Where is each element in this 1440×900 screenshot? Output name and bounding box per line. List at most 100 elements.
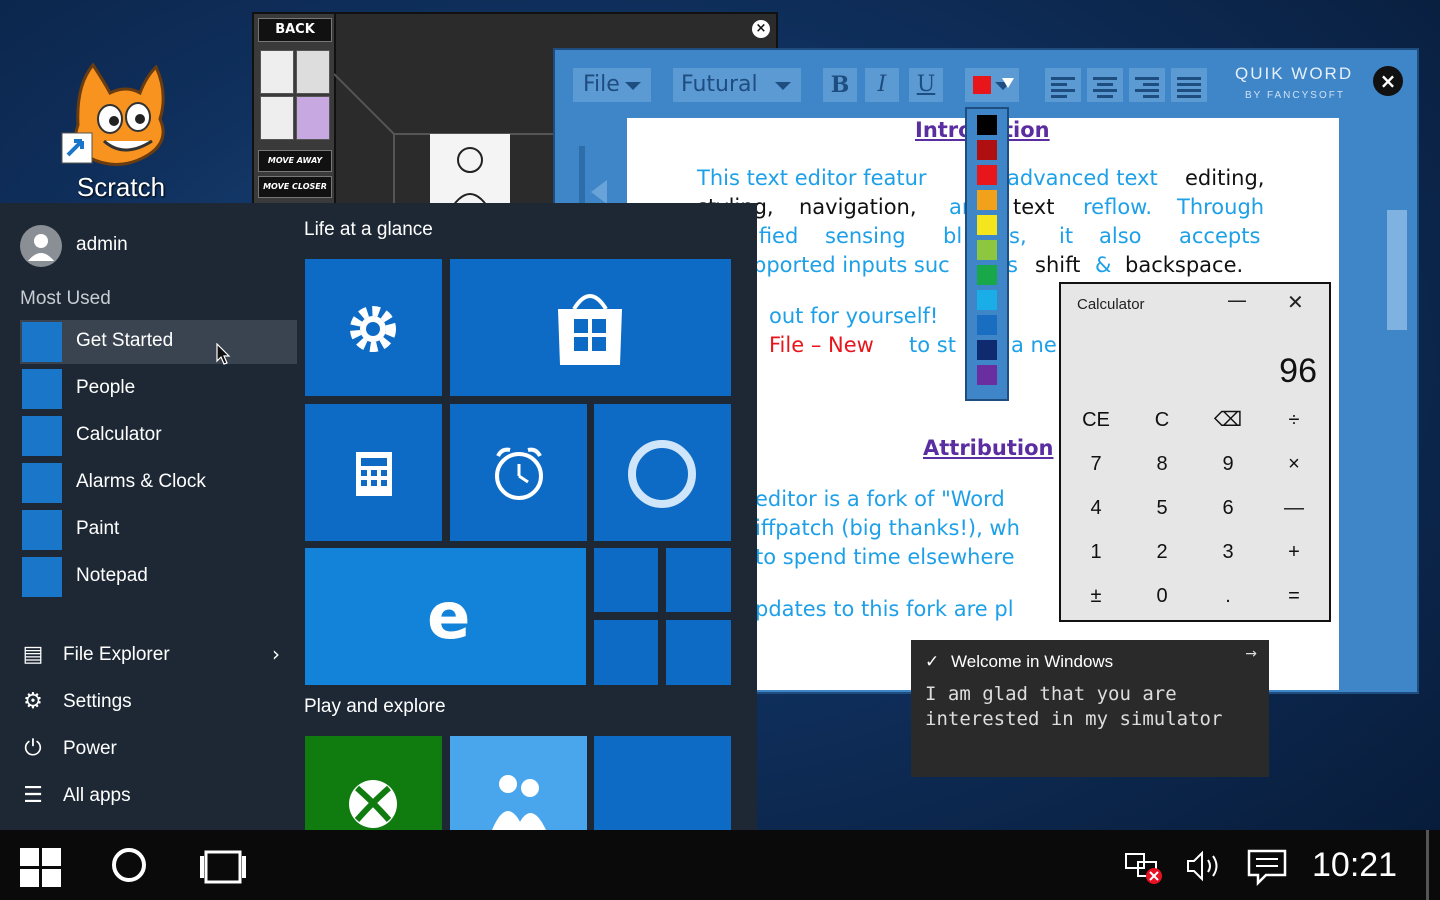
calculator-key[interactable]: CE — [1063, 398, 1129, 442]
calculator-key[interactable]: ÷ — [1261, 398, 1327, 442]
doc-text: to st — [909, 333, 956, 357]
color-option[interactable] — [977, 190, 997, 210]
file-explorer-item[interactable]: ▤ File Explorer › — [20, 636, 290, 676]
arrow-left-icon[interactable] — [591, 180, 607, 204]
color-option[interactable] — [977, 365, 997, 385]
start-menu[interactable]: admin Most Used Get Started People Calcu… — [0, 203, 757, 830]
tile-edge[interactable]: e — [305, 548, 586, 685]
calculator-key[interactable]: 8 — [1129, 442, 1195, 486]
italic-button[interactable]: I — [865, 68, 899, 102]
align-left-button[interactable] — [1045, 68, 1081, 102]
game-thumbnail[interactable] — [296, 96, 330, 140]
cortana-button[interactable] — [112, 848, 146, 882]
action-center-button[interactable] — [1246, 848, 1288, 887]
tile-settings[interactable] — [305, 259, 442, 396]
game-thumbnail[interactable] — [260, 50, 294, 94]
calculator-key[interactable]: 3 — [1195, 530, 1261, 574]
paint-icon — [22, 510, 62, 550]
calculator-key[interactable]: 5 — [1129, 486, 1195, 530]
calculator-key[interactable]: . — [1195, 574, 1261, 618]
color-option[interactable] — [977, 140, 997, 160]
tile-cortana[interactable] — [594, 404, 731, 541]
most-used-item[interactable]: Get Started — [20, 320, 297, 364]
color-dropdown[interactable] — [965, 107, 1009, 401]
font-select-label: Futural — [681, 72, 758, 97]
justify-button[interactable] — [1171, 68, 1207, 102]
most-used-item[interactable]: Notepad — [20, 555, 297, 599]
calculator-key[interactable]: × — [1261, 442, 1327, 486]
power-item[interactable]: ⏻ Power — [20, 730, 290, 770]
tile-alarms[interactable] — [450, 404, 587, 541]
arrow-right-icon[interactable]: → — [1245, 646, 1257, 662]
move-closer-button[interactable]: MOVE CLOSER — [258, 176, 332, 198]
color-option[interactable] — [977, 240, 997, 260]
calculator-key[interactable]: ⌫ — [1195, 398, 1261, 442]
tile-small[interactable] — [666, 548, 731, 612]
underline-button[interactable]: U — [909, 68, 943, 102]
calculator-key[interactable]: 6 — [1195, 486, 1261, 530]
calculator-key[interactable]: 9 — [1195, 442, 1261, 486]
game-close-button[interactable]: × — [752, 20, 770, 38]
doc-text: & — [1095, 253, 1112, 277]
user-name[interactable]: admin — [76, 234, 128, 256]
calculator-key[interactable]: 1 — [1063, 530, 1129, 574]
game-thumbnail[interactable] — [260, 96, 294, 140]
align-center-button[interactable] — [1087, 68, 1123, 102]
tile-xbox[interactable] — [305, 736, 442, 830]
bold-button[interactable]: B — [823, 68, 857, 102]
color-option[interactable] — [977, 265, 997, 285]
calculator-close-button[interactable]: ✕ — [1287, 290, 1304, 314]
move-away-button[interactable]: MOVE AWAY — [258, 150, 332, 172]
color-option[interactable] — [977, 165, 997, 185]
font-select[interactable]: Futural — [673, 68, 801, 102]
avatar[interactable] — [20, 225, 62, 267]
color-option[interactable] — [977, 315, 997, 335]
color-option[interactable] — [977, 115, 997, 135]
minimize-button[interactable]: — — [1227, 288, 1247, 312]
task-view-button[interactable] — [198, 850, 248, 884]
calculator-icon — [22, 416, 62, 456]
all-apps-item[interactable]: ☰ All apps — [20, 777, 290, 817]
color-option[interactable] — [977, 290, 997, 310]
most-used-item[interactable]: Calculator — [20, 414, 297, 458]
volume-icon[interactable] — [1184, 848, 1228, 884]
quik-word-close-button[interactable]: × — [1373, 66, 1403, 96]
back-button[interactable]: BACK — [258, 18, 332, 42]
clock[interactable]: 10:21 — [1312, 846, 1397, 885]
scratch-desktop-label: Scratch — [76, 172, 166, 202]
calculator-key[interactable]: 2 — [1129, 530, 1195, 574]
calculator-key[interactable]: ± — [1063, 574, 1129, 618]
tile-small[interactable] — [594, 620, 658, 685]
tile-small[interactable] — [594, 548, 658, 612]
tile-store[interactable] — [450, 259, 731, 396]
tile-calculator[interactable] — [305, 404, 442, 541]
calculator-key[interactable]: — — [1261, 486, 1327, 530]
notification-toast[interactable]: ✓ Welcome in Windows → I am glad that yo… — [911, 640, 1269, 777]
scrollbar-thumb[interactable] — [1387, 210, 1407, 330]
most-used-item[interactable]: Alarms & Clock — [20, 461, 297, 505]
calculator-key[interactable]: = — [1261, 574, 1327, 618]
color-option[interactable] — [977, 215, 997, 235]
color-option[interactable] — [977, 340, 997, 360]
tile-people[interactable] — [450, 736, 587, 830]
calculator-key[interactable]: C — [1129, 398, 1195, 442]
align-right-button[interactable] — [1129, 68, 1165, 102]
most-used-item[interactable]: Paint — [20, 508, 297, 552]
doc-text: out for yourself! — [769, 304, 939, 328]
most-used-item[interactable]: People — [20, 367, 297, 411]
scratch-cat-icon — [61, 62, 165, 167]
calculator-window[interactable]: Calculator — ✕ 96 CE C ⌫ ÷ 7 8 9 × 4 5 6—1 2 3 + ±0. = — [1059, 282, 1331, 622]
show-desktop-button[interactable] — [1426, 830, 1429, 900]
calculator-key[interactable]: 7 — [1063, 442, 1129, 486]
tile-small[interactable] — [666, 620, 731, 685]
file-menu-button[interactable]: File — [573, 68, 651, 102]
chevron-right-icon[interactable]: › — [272, 642, 280, 666]
calculator-key[interactable]: 0 — [1129, 574, 1195, 618]
game-thumbnail[interactable] — [296, 50, 330, 94]
calculator-key[interactable]: 4 — [1063, 486, 1129, 530]
calculator-key[interactable]: + — [1261, 530, 1327, 574]
start-button[interactable] — [20, 848, 64, 888]
tile-blank[interactable] — [594, 736, 731, 830]
settings-item[interactable]: ⚙ Settings — [20, 683, 290, 723]
network-icon[interactable] — [1124, 850, 1166, 886]
